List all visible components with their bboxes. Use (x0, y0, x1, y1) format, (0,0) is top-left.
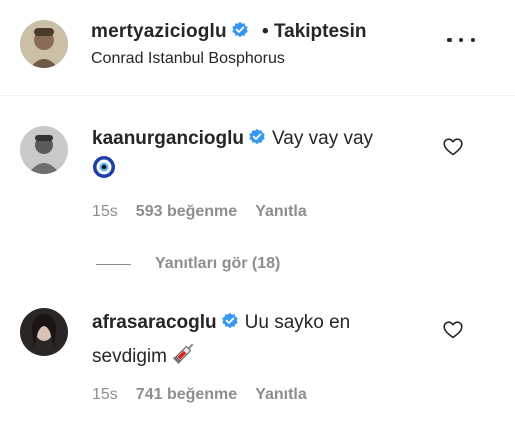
commenter-avatar[interactable] (20, 308, 68, 356)
separator-dot: • (262, 21, 269, 42)
replies-divider-line (96, 263, 131, 265)
like-heart-icon[interactable] (443, 138, 463, 156)
comment-time[interactable]: 15s (92, 386, 118, 404)
post-header: mertyazicioglu • Takiptesin Conrad Istan… (0, 0, 515, 96)
syringe-emoji-icon (172, 339, 198, 374)
like-count[interactable]: 741 beğenme (136, 386, 237, 404)
commenter-username[interactable]: afrasaracoglu (92, 312, 217, 333)
comment-text: afrasaracoglu Uu sayko en sevdigim (92, 309, 412, 374)
commenter-avatar[interactable] (20, 126, 68, 174)
author-username[interactable]: mertyazicioglu (91, 21, 249, 45)
author-avatar[interactable] (20, 20, 68, 68)
comment-body: Vay vay vay (272, 128, 374, 149)
nazar-eye-emoji-icon (92, 155, 116, 188)
reply-button[interactable]: Yanıtla (255, 386, 307, 404)
like-count[interactable]: 593 beğenme (136, 203, 237, 221)
verified-badge-icon (221, 311, 239, 339)
comment-meta: 15s 593 beğenme Yanıtla (92, 203, 307, 221)
reply-button[interactable]: Yanıtla (255, 203, 307, 221)
comment-meta: 15s 741 beğenme Yanıtla (92, 386, 307, 404)
follow-status[interactable]: • Takiptesin (262, 21, 367, 43)
like-heart-icon[interactable] (443, 321, 463, 339)
author-username-text[interactable]: mertyazicioglu (91, 21, 227, 42)
comment-text: kaanurgancioglu Vay vay vay (92, 125, 412, 188)
view-replies-button[interactable]: Yanıtları gör (18) (96, 255, 280, 273)
verified-badge-icon (248, 127, 266, 155)
post-location[interactable]: Conrad Istanbul Bosphorus (91, 50, 285, 68)
more-horizontal-icon[interactable] (447, 30, 475, 50)
follow-status-label[interactable]: Takiptesin (274, 21, 367, 42)
commenter-username[interactable]: kaanurgancioglu (92, 128, 244, 149)
view-replies-label[interactable]: Yanıtları gör (18) (155, 255, 280, 273)
verified-badge-icon (231, 21, 249, 45)
comment-time[interactable]: 15s (92, 203, 118, 221)
